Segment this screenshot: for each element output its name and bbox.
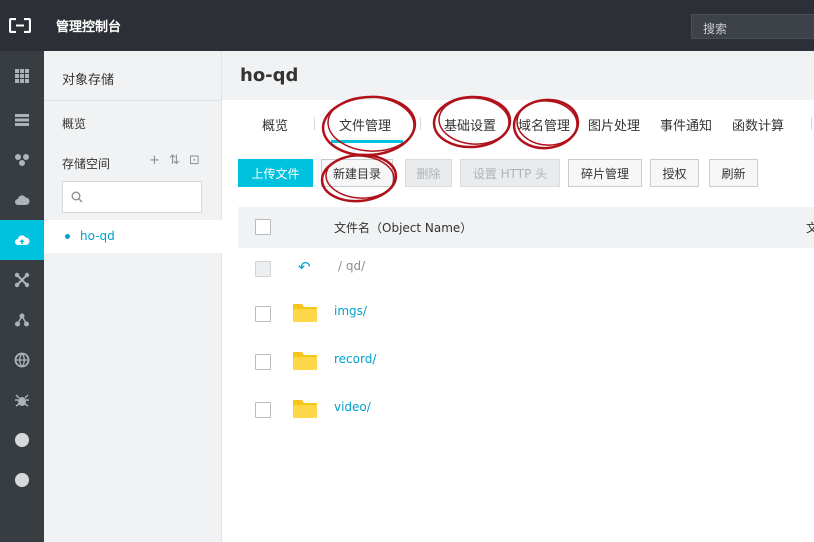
set-http-header-button[interactable]: 设置 HTTP 头 (460, 159, 560, 187)
file-toolbar: 上传文件 新建目录 删除 设置 HTTP 头 碎片管理 授权 刷新 (222, 159, 814, 187)
folder-name-link[interactable]: video/ (334, 400, 371, 414)
refresh-button[interactable]: 刷新 (709, 159, 758, 187)
tab-event-notification[interactable]: 事件通知 (660, 115, 712, 134)
folder-icon (293, 304, 317, 322)
rail-network-icon[interactable] (0, 140, 44, 180)
tab-basic-settings[interactable]: 基础设置 (444, 115, 496, 134)
sidebar-item-bucket[interactable]: ho-qd (44, 220, 222, 253)
folder-name-link[interactable]: imgs/ (334, 304, 367, 318)
row-checkbox[interactable] (255, 402, 271, 418)
authorize-button[interactable]: 授权 (650, 159, 699, 187)
table-row[interactable]: video/ (238, 388, 814, 432)
tab-file-management[interactable]: 文件管理 (339, 115, 391, 134)
rail-oss-icon[interactable] (0, 220, 44, 260)
sidebar-title: 对象存储 (62, 73, 115, 88)
aliyun-logo-icon[interactable] (9, 18, 31, 33)
tab-overview[interactable]: 概览 (262, 115, 288, 134)
rail-circle-icon[interactable] (0, 420, 44, 460)
fragment-management-button[interactable]: 碎片管理 (568, 159, 642, 187)
folder-icon (293, 400, 317, 418)
expand-icon[interactable]: ⊡ (188, 153, 201, 168)
tab-divider (314, 117, 315, 130)
column-header-next[interactable]: 文 (806, 219, 814, 236)
select-all-checkbox[interactable] (255, 219, 271, 235)
storage-space-label: 存储空间 (62, 157, 111, 171)
bucket-tabs: 概览 文件管理 基础设置 域名管理 图片处理 事件通知 函数计算 (222, 100, 814, 143)
new-directory-button[interactable]: 新建目录 (321, 159, 393, 187)
bucket-header: ho-qd (222, 51, 814, 100)
add-bucket-icon[interactable]: + (148, 153, 161, 168)
app-title[interactable]: 管理控制台 (56, 16, 121, 35)
parent-directory-row[interactable]: ↶ / qd/ (238, 248, 814, 292)
active-dot-icon (65, 234, 70, 239)
active-tab-indicator (331, 140, 403, 143)
sidebar-divider (44, 100, 222, 101)
tab-domain-management[interactable]: 域名管理 (518, 115, 570, 134)
row-checkbox (255, 261, 271, 277)
sort-icon[interactable]: ⇅ (168, 153, 181, 168)
rail-globe-icon[interactable] (0, 340, 44, 380)
row-checkbox[interactable] (255, 354, 271, 370)
oss-sidebar: 对象存储 概览 存储空间 + ⇅ ⊡ ho-qd (44, 51, 222, 542)
bucket-title: ho-qd (240, 65, 299, 86)
rail-server-icon[interactable] (0, 100, 44, 140)
rail-grid-icon[interactable] (0, 56, 44, 96)
back-arrow-icon[interactable]: ↶ (298, 258, 311, 276)
bucket-search-input[interactable] (62, 181, 202, 213)
icon-rail (0, 51, 44, 542)
tab-function-compute[interactable]: 函数计算 (732, 115, 784, 134)
file-table-header: 文件名（Object Name） 文 (238, 207, 814, 248)
current-path[interactable]: / qd/ (338, 259, 365, 273)
row-checkbox[interactable] (255, 306, 271, 322)
column-header-name[interactable]: 文件名（Object Name） (334, 219, 472, 236)
storage-space-tools: + ⇅ ⊡ (148, 153, 201, 168)
upload-file-button[interactable]: 上传文件 (238, 159, 313, 187)
global-search-input[interactable]: 搜索 (691, 14, 814, 39)
rail-cluster-icon[interactable] (0, 260, 44, 300)
delete-button[interactable]: 删除 (405, 159, 452, 187)
table-row[interactable]: record/ (238, 340, 814, 384)
main-content: ho-qd 概览 文件管理 基础设置 域名管理 图片处理 事件通知 函数计算 上… (222, 51, 814, 542)
rail-cloud-icon[interactable] (0, 180, 44, 220)
sidebar-item-overview[interactable]: 概览 (62, 115, 86, 132)
tab-image-processing[interactable]: 图片处理 (588, 115, 640, 134)
top-bar: 管理控制台 搜索 (0, 0, 814, 51)
tab-divider (420, 117, 421, 130)
rail-bug-icon[interactable] (0, 380, 44, 420)
table-row[interactable]: imgs/ (238, 292, 814, 336)
search-icon (71, 191, 83, 203)
bucket-name: ho-qd (80, 229, 115, 243)
rail-circle-icon[interactable] (0, 460, 44, 500)
rail-nodes-icon[interactable] (0, 300, 44, 340)
folder-name-link[interactable]: record/ (334, 352, 376, 366)
folder-icon (293, 352, 317, 370)
tab-divider (811, 117, 812, 130)
